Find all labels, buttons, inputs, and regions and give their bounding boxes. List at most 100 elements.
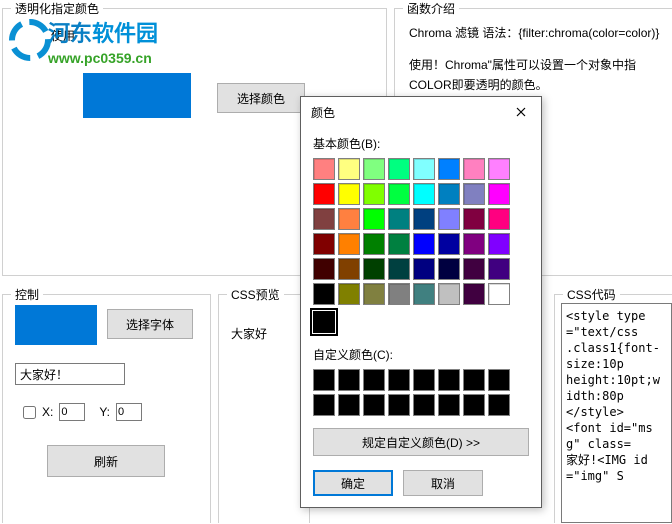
basic-color-cell[interactable] bbox=[438, 183, 460, 205]
define-custom-color-button[interactable]: 规定自定义颜色(D) >> bbox=[313, 428, 529, 456]
basic-color-cell[interactable] bbox=[463, 233, 485, 255]
custom-color-cell[interactable] bbox=[388, 394, 410, 416]
custom-color-cell[interactable] bbox=[413, 369, 435, 391]
basic-color-cell[interactable] bbox=[338, 208, 360, 230]
basic-color-cell[interactable] bbox=[388, 208, 410, 230]
basic-color-cell[interactable] bbox=[463, 208, 485, 230]
basic-color-cell[interactable] bbox=[388, 158, 410, 180]
basic-color-cell[interactable] bbox=[338, 283, 360, 305]
example-label: 使用 bbox=[51, 27, 75, 44]
basic-color-cell[interactable] bbox=[463, 258, 485, 280]
basic-color-cell[interactable] bbox=[388, 283, 410, 305]
y-label: Y: bbox=[99, 405, 110, 419]
basic-color-cell[interactable] bbox=[438, 258, 460, 280]
cancel-button[interactable]: 取消 bbox=[403, 470, 483, 496]
selected-color-swatch[interactable] bbox=[313, 311, 335, 333]
x-label: X: bbox=[42, 405, 53, 419]
custom-color-cell[interactable] bbox=[338, 394, 360, 416]
custom-colors-label: 自定义颜色(C): bbox=[313, 346, 529, 363]
custom-color-cell[interactable] bbox=[463, 369, 485, 391]
basic-color-cell[interactable] bbox=[338, 258, 360, 280]
basic-color-cell[interactable] bbox=[413, 183, 435, 205]
basic-color-cell[interactable] bbox=[438, 233, 460, 255]
group-title: 函数介绍 bbox=[403, 0, 459, 17]
basic-color-cell[interactable] bbox=[363, 183, 385, 205]
custom-color-cell[interactable] bbox=[388, 369, 410, 391]
dialog-titlebar[interactable]: 颜色 bbox=[301, 97, 541, 127]
basic-colors-label: 基本颜色(B): bbox=[313, 135, 529, 152]
basic-color-cell[interactable] bbox=[463, 283, 485, 305]
x-input[interactable] bbox=[59, 403, 85, 421]
basic-color-cell[interactable] bbox=[363, 258, 385, 280]
basic-color-cell[interactable] bbox=[488, 283, 510, 305]
basic-color-cell[interactable] bbox=[438, 283, 460, 305]
group-title: 透明化指定颜色 bbox=[11, 0, 103, 17]
text-input[interactable] bbox=[15, 363, 125, 385]
basic-color-cell[interactable] bbox=[313, 258, 335, 280]
group-title: 控制 bbox=[11, 286, 43, 303]
choose-color-button[interactable]: 选择颜色 bbox=[217, 83, 305, 113]
basic-color-cell[interactable] bbox=[363, 158, 385, 180]
css-code-group: CSS代码 <style type="text/css .class1{font… bbox=[554, 294, 672, 523]
refresh-button[interactable]: 刷新 bbox=[47, 445, 165, 477]
group-title: CSS代码 bbox=[563, 286, 620, 303]
y-input[interactable] bbox=[116, 403, 142, 421]
custom-color-cell[interactable] bbox=[313, 394, 335, 416]
basic-color-cell[interactable] bbox=[413, 258, 435, 280]
basic-color-cell[interactable] bbox=[488, 158, 510, 180]
custom-color-cell[interactable] bbox=[488, 369, 510, 391]
basic-color-cell[interactable] bbox=[463, 158, 485, 180]
basic-color-cell[interactable] bbox=[413, 158, 435, 180]
ok-button[interactable]: 确定 bbox=[313, 470, 393, 496]
custom-color-cell[interactable] bbox=[438, 394, 460, 416]
basic-color-cell[interactable] bbox=[313, 283, 335, 305]
close-icon bbox=[516, 107, 526, 117]
basic-color-cell[interactable] bbox=[313, 208, 335, 230]
basic-color-cell[interactable] bbox=[488, 233, 510, 255]
basic-color-cell[interactable] bbox=[488, 183, 510, 205]
custom-color-cell[interactable] bbox=[413, 394, 435, 416]
basic-color-cell[interactable] bbox=[438, 158, 460, 180]
control-group: 控制 选择字体 X: Y: 刷新 bbox=[2, 294, 211, 523]
basic-color-cell[interactable] bbox=[388, 233, 410, 255]
close-button[interactable] bbox=[503, 99, 539, 125]
basic-color-cell[interactable] bbox=[388, 183, 410, 205]
basic-color-cell[interactable] bbox=[413, 208, 435, 230]
coord-checkbox[interactable] bbox=[23, 406, 36, 419]
basic-color-cell[interactable] bbox=[363, 208, 385, 230]
preview-text: 大家好 bbox=[231, 325, 267, 342]
custom-color-cell[interactable] bbox=[463, 394, 485, 416]
choose-font-button[interactable]: 选择字体 bbox=[107, 309, 193, 339]
custom-color-cell[interactable] bbox=[338, 369, 360, 391]
basic-color-cell[interactable] bbox=[313, 183, 335, 205]
basic-color-cell[interactable] bbox=[363, 233, 385, 255]
control-color-swatch bbox=[15, 305, 97, 345]
basic-color-cell[interactable] bbox=[463, 183, 485, 205]
basic-color-cell[interactable] bbox=[488, 258, 510, 280]
coord-row: X: Y: bbox=[23, 403, 142, 421]
custom-color-cell[interactable] bbox=[313, 369, 335, 391]
custom-color-cell[interactable] bbox=[488, 394, 510, 416]
basic-color-cell[interactable] bbox=[338, 233, 360, 255]
basic-color-cell[interactable] bbox=[438, 208, 460, 230]
basic-color-cell[interactable] bbox=[338, 183, 360, 205]
basic-color-cell[interactable] bbox=[388, 258, 410, 280]
custom-color-cell[interactable] bbox=[363, 394, 385, 416]
intro-line-1: Chroma 滤镜 语法：{filter:chroma(color=color)… bbox=[409, 23, 659, 43]
intro-line-2: 使用！Chroma"属性可以设置一个对象中指 COLOR即要透明的颜色。 bbox=[409, 55, 659, 95]
custom-color-cell[interactable] bbox=[363, 369, 385, 391]
basic-color-cell[interactable] bbox=[413, 283, 435, 305]
basic-color-cell[interactable] bbox=[313, 158, 335, 180]
dialog-title: 颜色 bbox=[311, 104, 335, 121]
basic-color-cell[interactable] bbox=[363, 283, 385, 305]
css-preview-group: CSS预览 大家好 bbox=[218, 294, 310, 523]
code-textarea[interactable]: <style type="text/css .class1{font-size:… bbox=[561, 303, 672, 523]
basic-color-grid bbox=[313, 158, 529, 305]
basic-color-cell[interactable] bbox=[488, 208, 510, 230]
color-dialog: 颜色 基本颜色(B): 自定义颜色(C): 规定自定义颜色(D) >> 确定 取… bbox=[300, 96, 542, 508]
basic-color-cell[interactable] bbox=[413, 233, 435, 255]
basic-color-cell[interactable] bbox=[313, 233, 335, 255]
basic-color-cell[interactable] bbox=[338, 158, 360, 180]
custom-color-cell[interactable] bbox=[438, 369, 460, 391]
current-color-swatch bbox=[83, 73, 191, 118]
